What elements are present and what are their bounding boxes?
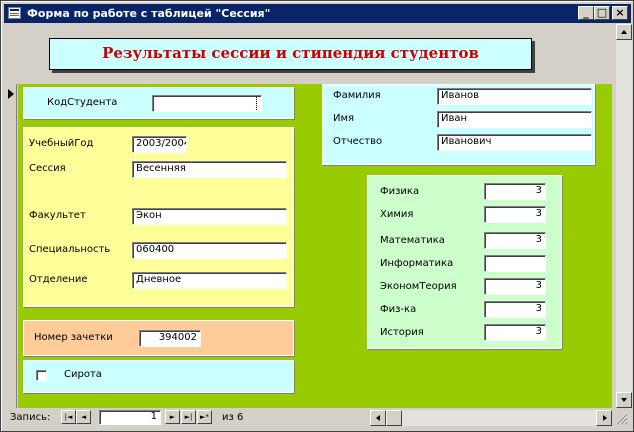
lastname-label: Фамилия xyxy=(333,90,381,101)
session-field[interactable]: Весенняя xyxy=(132,161,287,178)
student-id-panel: КодСтудента xyxy=(23,87,294,119)
minimize-button[interactable]: _ xyxy=(578,6,594,20)
student-id-label: КодСтудента xyxy=(47,97,118,108)
department-label: Отделение xyxy=(29,274,88,285)
patronymic-label: Отчество xyxy=(333,136,383,147)
arrow-right-icon xyxy=(603,415,607,421)
arrow-up-icon xyxy=(621,30,627,34)
firstname-label: Имя xyxy=(333,113,355,124)
name-panel: Фамилия Иванов Имя Иван Отчество Иванови… xyxy=(322,84,595,165)
record-count-label: из 6 xyxy=(222,412,244,423)
current-record-arrow-icon xyxy=(8,89,14,99)
maximize-button[interactable]: □ xyxy=(594,6,610,20)
scroll-right-button[interactable] xyxy=(596,410,612,426)
orphan-label: Сирота xyxy=(64,369,102,380)
grade-subject-label: ЭкономТеория xyxy=(380,281,457,292)
form-icon xyxy=(8,7,21,19)
next-record-button[interactable]: ► xyxy=(165,410,180,424)
faculty-field[interactable]: Экон xyxy=(132,208,287,225)
arrow-down-icon xyxy=(621,398,627,402)
scroll-down-button[interactable] xyxy=(616,392,632,408)
record-number-field[interactable]: 1 xyxy=(99,410,161,425)
grade-field[interactable]: 3 xyxy=(484,324,546,341)
vertical-scrollbar[interactable] xyxy=(616,24,632,408)
year-field[interactable]: 2003/2004 xyxy=(132,136,187,153)
firstname-field[interactable]: Иван xyxy=(437,111,592,128)
form-window: Форма по работе с таблицей "Сессия" _ □ … xyxy=(0,0,634,432)
combo-dropdown-icon[interactable] xyxy=(256,97,260,110)
grade-subject-label: Математика xyxy=(380,235,445,246)
prev-record-button[interactable]: ◄ xyxy=(76,410,91,424)
form-header-box: Результаты сессии и стипендия студентов xyxy=(49,38,532,70)
first-record-button[interactable]: |◄ xyxy=(61,410,76,424)
record-selector[interactable] xyxy=(6,84,17,408)
grade-subject-label: Физ-ка xyxy=(380,304,417,315)
resize-grip-icon[interactable] xyxy=(613,410,628,425)
scroll-up-button[interactable] xyxy=(616,24,632,40)
grade-subject-label: Физика xyxy=(380,186,420,197)
grade-field[interactable]: 3 xyxy=(484,232,546,249)
lastname-field[interactable]: Иванов xyxy=(437,88,592,105)
record-navigation-bar: Запись: |◄ ◄ 1 ► ►| ►* из 6 xyxy=(6,409,628,426)
orphan-checkbox[interactable] xyxy=(36,370,47,381)
faculty-label: Факультет xyxy=(29,210,86,221)
record-book-field[interactable]: 394002 xyxy=(139,330,201,347)
orphan-panel: Сирота xyxy=(23,360,294,393)
grade-field[interactable]: 3 xyxy=(484,183,546,200)
scroll-left-button[interactable] xyxy=(370,410,386,426)
window-title: Форма по работе с таблицей "Сессия" xyxy=(27,7,271,20)
horizontal-scrollbar[interactable] xyxy=(370,410,612,426)
title-bar[interactable]: Форма по работе с таблицей "Сессия" _ □ … xyxy=(4,4,631,23)
session-label: Сессия xyxy=(29,163,66,174)
close-button[interactable]: × xyxy=(612,6,628,20)
grade-subject-label: История xyxy=(380,327,424,338)
student-id-combo[interactable] xyxy=(152,95,262,112)
session-panel: УчебныйГод 2003/2004 Сессия Весенняя Фак… xyxy=(23,127,294,307)
specialty-label: Специальность xyxy=(29,244,111,255)
patronymic-field[interactable]: Иванович xyxy=(437,134,592,151)
grade-field[interactable]: 3 xyxy=(484,206,546,223)
detail-section: КодСтудента Фамилия Иванов Имя Иван Отче… xyxy=(18,84,612,408)
grade-subject-label: Химия xyxy=(380,209,414,220)
arrow-left-icon xyxy=(376,415,380,421)
form-body: Результаты сессии и стипендия студентов … xyxy=(6,24,632,408)
new-record-button[interactable]: ►* xyxy=(197,410,212,424)
record-label: Запись: xyxy=(10,412,51,423)
record-book-panel: Номер зачетки 394002 xyxy=(23,320,294,356)
scroll-thumb[interactable] xyxy=(386,410,402,426)
grade-field[interactable]: 3 xyxy=(484,278,546,295)
record-book-label: Номер зачетки xyxy=(34,332,113,343)
grades-panel: Физика 3 Химия 3 Математика 3 Информатик… xyxy=(367,175,562,349)
last-record-button[interactable]: ►| xyxy=(181,410,196,424)
department-field[interactable]: Дневное xyxy=(132,272,287,289)
year-label: УчебныйГод xyxy=(29,138,94,149)
grade-subject-label: Информатика xyxy=(380,258,454,269)
specialty-field[interactable]: 060400 xyxy=(132,242,287,259)
form-header-title: Результаты сессии и стипендия студентов xyxy=(102,44,479,62)
grade-field[interactable] xyxy=(484,255,546,272)
grade-field[interactable]: 3 xyxy=(484,301,546,318)
